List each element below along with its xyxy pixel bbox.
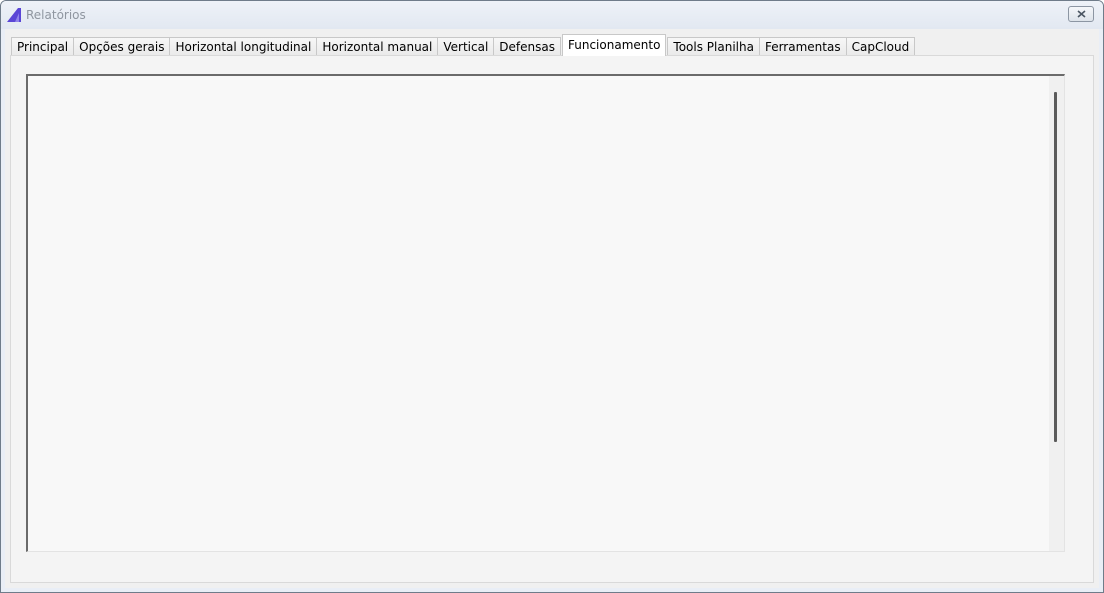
dialog-client-area: Principal Opções gerais Horizontal longi…: [5, 29, 1099, 588]
scrollbar-thumb[interactable]: [1054, 92, 1057, 442]
tab-horizontal-manual[interactable]: Horizontal manual: [316, 37, 439, 56]
tab-tools-planilha[interactable]: Tools Planilha: [667, 37, 760, 56]
tab-principal[interactable]: Principal: [11, 37, 75, 56]
tab-ferramentas[interactable]: Ferramentas: [758, 37, 847, 56]
tab-strip: Principal Opções gerais Horizontal longi…: [11, 34, 916, 56]
close-button[interactable]: [1068, 6, 1094, 22]
funcionamento-tab-panel: [10, 55, 1094, 583]
tab-opcoes-gerais[interactable]: Opções gerais: [73, 37, 171, 56]
tab-defensas[interactable]: Defensas: [493, 37, 561, 56]
tab-funcionamento[interactable]: Funcionamento: [562, 34, 667, 56]
vertical-scrollbar[interactable]: [1049, 76, 1064, 551]
app-logo-icon: [6, 7, 22, 23]
tab-capcloud[interactable]: CapCloud: [845, 37, 916, 56]
funcionamento-text-area[interactable]: [26, 74, 1065, 552]
tab-vertical[interactable]: Vertical: [437, 37, 495, 56]
relatorios-window: Relatórios Principal Opções gerais Horiz…: [0, 0, 1104, 593]
window-title: Relatórios: [26, 8, 86, 22]
close-icon: [1077, 10, 1086, 18]
tab-horizontal-longitudinal[interactable]: Horizontal longitudinal: [169, 37, 318, 56]
title-bar[interactable]: Relatórios: [1, 1, 1103, 29]
